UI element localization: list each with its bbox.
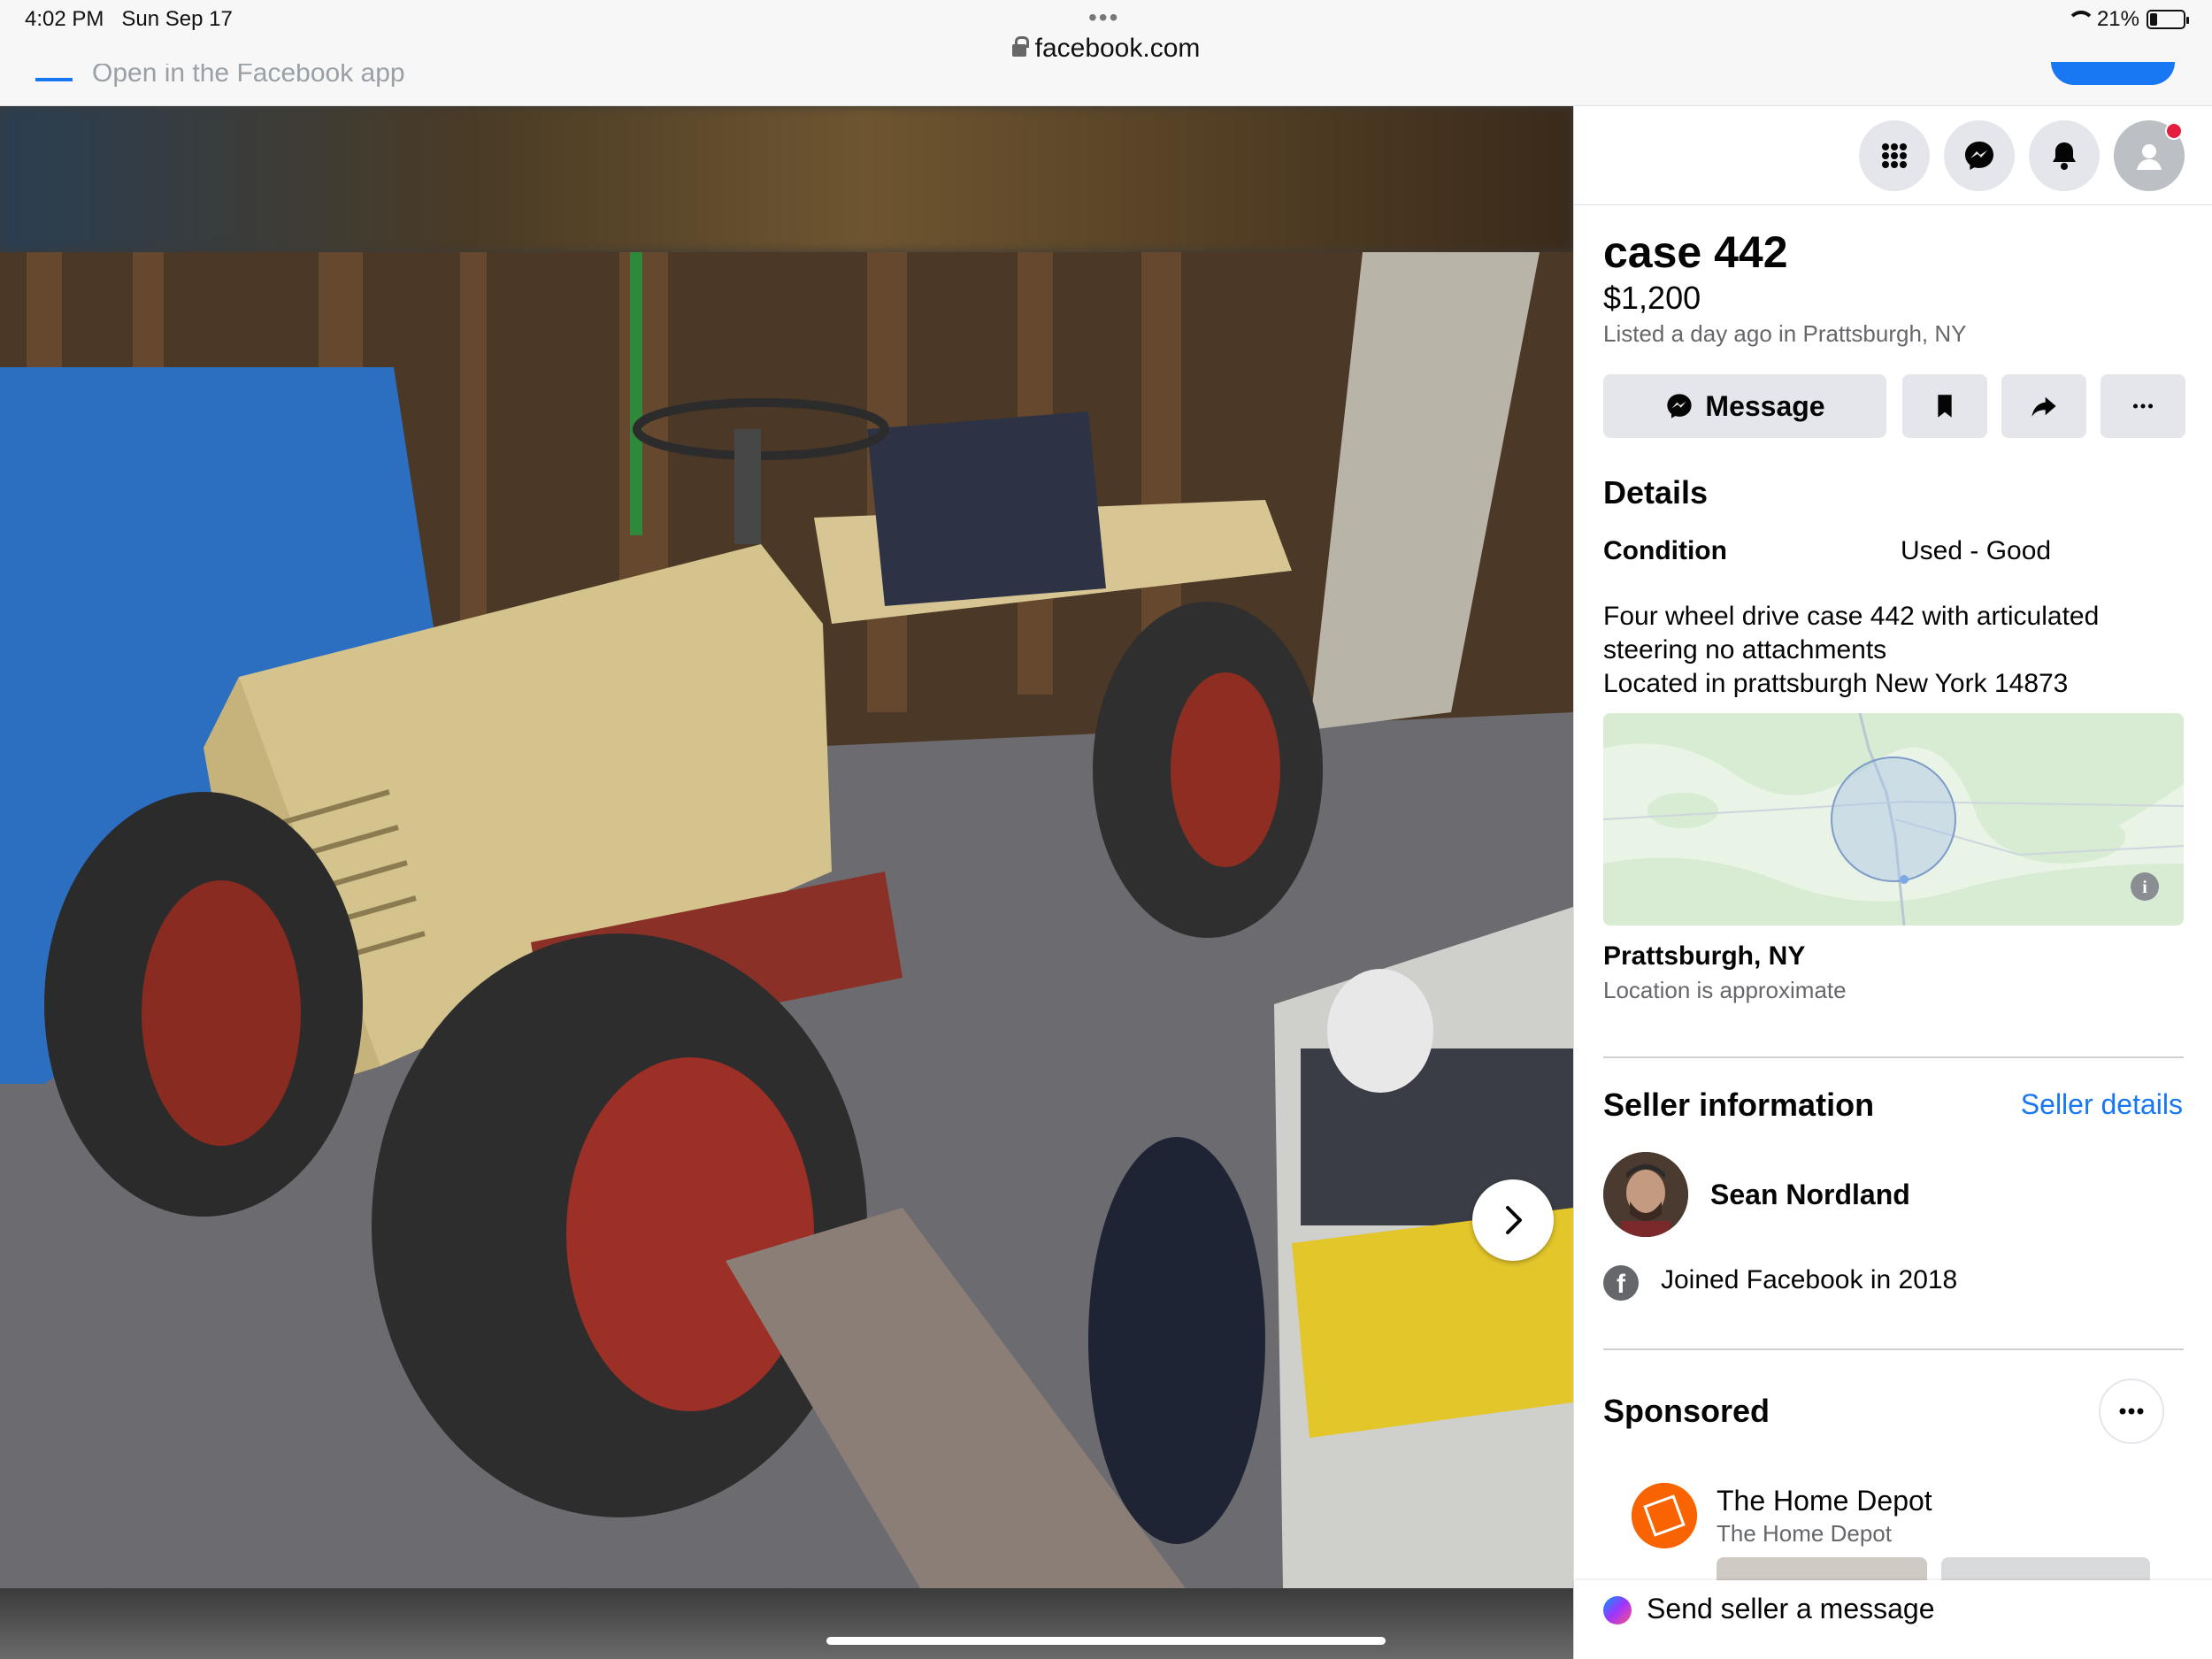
save-button[interactable] xyxy=(1902,374,1987,438)
listing-photo-viewer xyxy=(0,106,1573,1659)
description-line: Four wheel drive case 442 with articulat… xyxy=(1603,602,2100,631)
status-indicators: 21% xyxy=(2065,7,2189,32)
open-in-app-banner[interactable]: Open in the Facebook app xyxy=(35,64,405,90)
seller-details-link[interactable]: Seller details xyxy=(2021,1088,2183,1121)
facebook-app-icon xyxy=(35,67,73,81)
photo-blurred-backdrop xyxy=(0,106,1573,252)
seller-avatar-image xyxy=(1603,1152,1688,1237)
seller-avatar[interactable] xyxy=(1603,1152,1688,1237)
location-note: Location is approximate xyxy=(1603,977,1847,1003)
more-options-button[interactable] xyxy=(2101,374,2185,438)
send-message-bar[interactable]: Send seller a message xyxy=(1574,1580,2212,1659)
profile-button[interactable] xyxy=(2114,120,2185,191)
svg-text:i: i xyxy=(2142,878,2147,897)
notifications-icon xyxy=(2053,142,2076,170)
advertiser-sub: The Home Depot xyxy=(1717,1520,1892,1547)
facebook-top-nav xyxy=(1574,106,2212,205)
home-depot-logo-mark xyxy=(1632,1483,1697,1548)
description-line: Located in prattsburgh New York 14873 xyxy=(1603,669,2069,698)
address-bar[interactable]: facebook.com xyxy=(0,34,2212,64)
tab-overflow-dots[interactable]: ••• xyxy=(1088,4,1119,32)
chevron-right-icon xyxy=(1506,1206,1522,1234)
battery-percent: 21% xyxy=(2096,7,2139,31)
sponsored-heading: Sponsored xyxy=(1603,1393,1770,1429)
condition-label: Condition xyxy=(1603,536,1727,565)
photo-bottom-shade xyxy=(0,1588,1573,1659)
open-app-text: Open in the Facebook app xyxy=(92,64,405,88)
listing-title: case 442 xyxy=(1603,227,1788,277)
messenger-button[interactable] xyxy=(1944,120,2015,191)
listing-description: Four wheel drive case 442 with articulat… xyxy=(1603,600,2187,701)
bookmark-icon xyxy=(1938,395,1952,418)
status-date-value: Sun Sep 17 xyxy=(121,7,233,31)
menu-grid-icon xyxy=(1882,143,1907,168)
next-photo-button[interactable] xyxy=(1472,1179,1554,1261)
seller-heading: Seller information xyxy=(1603,1087,1875,1123)
url-text: facebook.com xyxy=(1034,34,1201,63)
listing-photo[interactable] xyxy=(0,252,1573,1588)
messenger-icon xyxy=(1667,394,1693,419)
wifi-icon xyxy=(2065,11,2095,28)
browser-status-bar: 4:02 PM Sun Sep 17 ••• facebook.com 21% … xyxy=(0,0,2212,106)
more-icon xyxy=(2119,1408,2144,1415)
location-name: Prattsburgh, NY xyxy=(1603,941,1806,971)
listing-detail-panel: case 442 $1,200 Listed a day ago in Prat… xyxy=(1573,106,2212,1659)
notifications-button[interactable] xyxy=(2029,120,2100,191)
app-root: 4:02 PM Sun Sep 17 ••• facebook.com 21% … xyxy=(0,0,2212,1659)
details-heading: Details xyxy=(1603,474,1709,511)
description-line: steering no attachments xyxy=(1603,635,1887,664)
more-icon xyxy=(2132,403,2154,409)
tractor-photo-illustration xyxy=(0,252,1573,1588)
send-message-label: Send seller a message xyxy=(1647,1593,1935,1624)
condition-value: Used - Good xyxy=(1901,536,2052,565)
messenger-icon xyxy=(1603,1596,1632,1624)
advertiser-name[interactable]: The Home Depot xyxy=(1717,1485,1932,1517)
profile-icon xyxy=(2137,144,2162,170)
listing-meta: Listed a day ago in Prattsburgh, NY xyxy=(1603,320,1967,347)
menu-button[interactable] xyxy=(1859,120,1930,191)
status-time-value: 4:02 PM xyxy=(25,7,104,31)
location-map[interactable]: i xyxy=(1603,713,2184,926)
battery-icon xyxy=(2147,10,2189,29)
notification-dot xyxy=(2165,122,2183,140)
home-depot-logo[interactable] xyxy=(1632,1483,1697,1548)
section-divider xyxy=(1603,1056,2184,1058)
share-button[interactable] xyxy=(2001,374,2086,438)
message-button-label: Message xyxy=(1705,389,1825,422)
sponsored-more-button[interactable] xyxy=(2099,1379,2164,1444)
home-indicator[interactable] xyxy=(826,1637,1386,1645)
seller-name[interactable]: Sean Nordland xyxy=(1710,1179,1910,1211)
message-button[interactable]: Message xyxy=(1603,374,1886,438)
section-divider xyxy=(1603,1348,2184,1350)
seller-joined: Joined Facebook in 2018 xyxy=(1661,1265,1958,1294)
facebook-icon: f xyxy=(1603,1265,1639,1301)
map-graphic: i xyxy=(1603,713,2184,926)
open-app-button[interactable] xyxy=(2051,62,2175,85)
share-icon xyxy=(2032,396,2056,417)
status-time: 4:02 PM Sun Sep 17 xyxy=(25,7,233,32)
messenger-icon xyxy=(1965,142,1993,170)
listing-price: $1,200 xyxy=(1603,280,1701,316)
lock-icon xyxy=(1011,36,1029,57)
